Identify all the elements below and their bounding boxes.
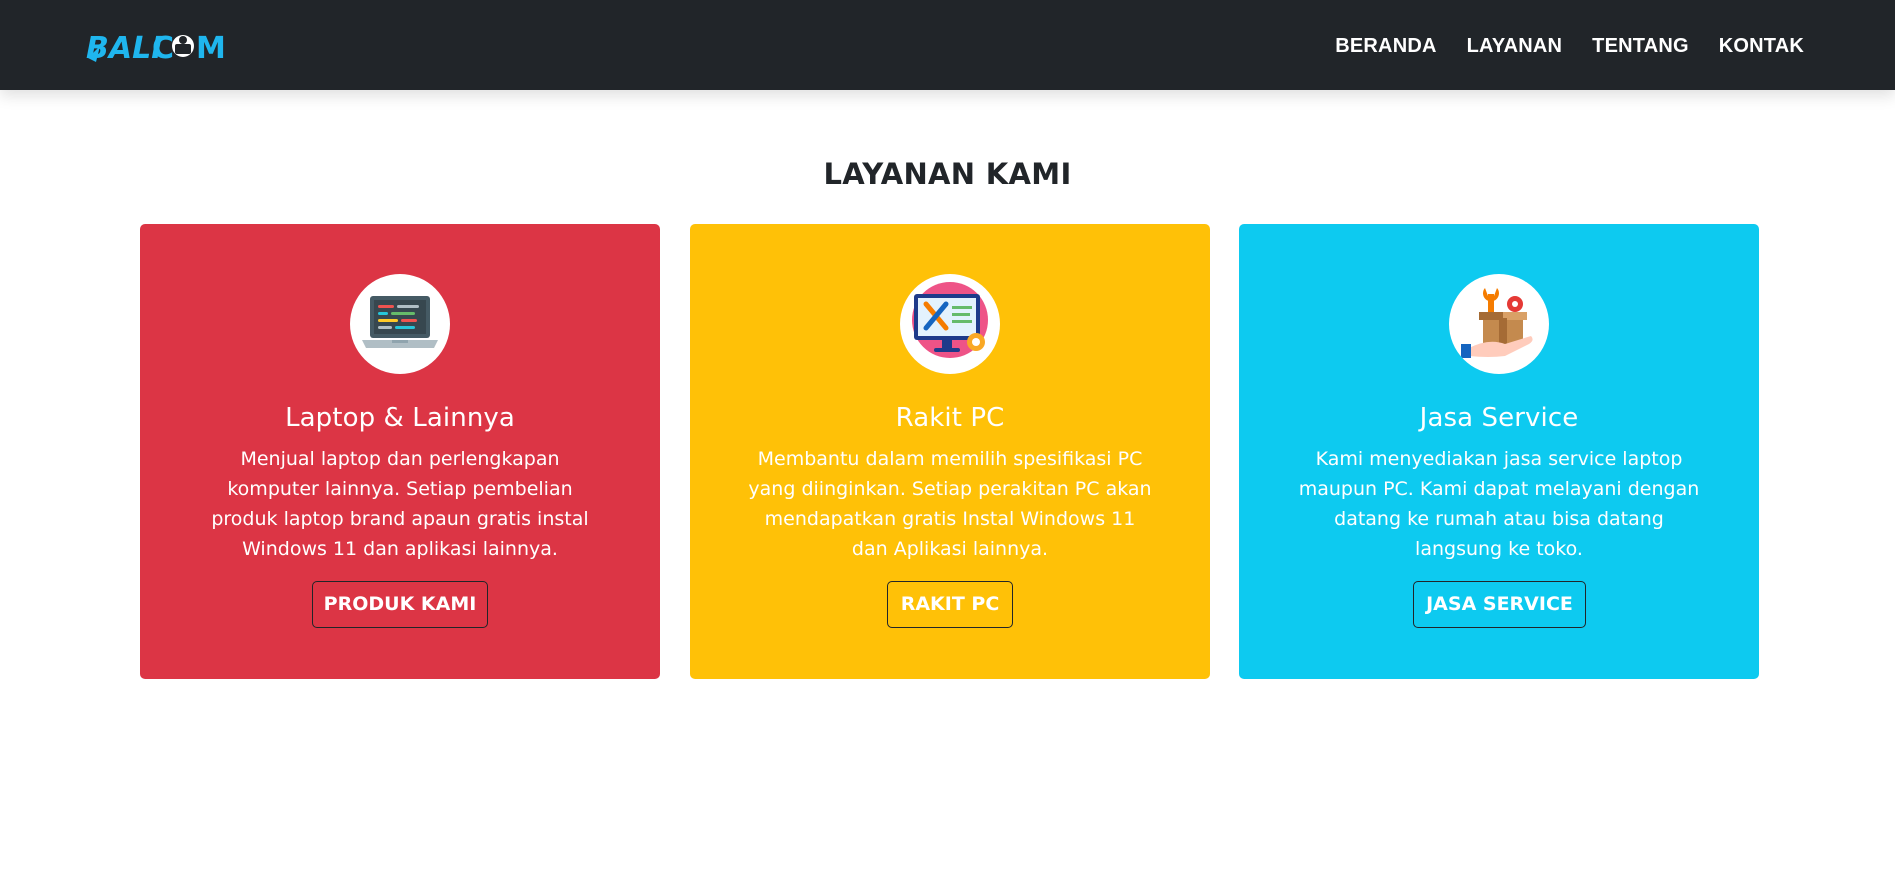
card-title: Jasa Service xyxy=(1419,403,1579,433)
service-card-rakit-pc: Rakit PC Membantu dalam memilih spesifik… xyxy=(690,224,1210,679)
svg-text:BALI: BALI xyxy=(86,31,162,64)
service-card-laptop: Laptop & Lainnya Menjual laptop dan perl… xyxy=(140,224,660,679)
nav-link-beranda[interactable]: BERANDA xyxy=(1335,34,1436,58)
nav-link-tentang[interactable]: TENTANG xyxy=(1592,34,1689,58)
nav-link-kontak[interactable]: KONTAK xyxy=(1719,34,1804,58)
rakit-pc-button[interactable]: RAKIT PC xyxy=(887,581,1013,628)
service-card-jasa-service: Jasa Service Kami menyediakan jasa servi… xyxy=(1239,224,1759,679)
svg-text:C: C xyxy=(152,31,174,64)
card-description: Kami menyediakan jasa service laptop mau… xyxy=(1298,448,1700,560)
pc-tools-icon xyxy=(900,274,1000,374)
card-description: Menjual laptop dan perlengkapan komputer… xyxy=(211,448,589,560)
services-cards: Laptop & Lainnya Menjual laptop dan perl… xyxy=(140,224,1760,679)
card-title: Rakit PC xyxy=(895,403,1005,433)
nav-menu: BERANDA LAYANAN TENTANG KONTAK xyxy=(1335,34,1804,58)
card-description: Membantu dalam memilih spesifikasi PC ya… xyxy=(748,448,1152,560)
card-title: Laptop & Lainnya xyxy=(285,403,515,433)
brand-logo[interactable]: BALI C M xyxy=(86,28,226,64)
service-box-icon xyxy=(1449,274,1549,374)
nav-link-layanan[interactable]: LAYANAN xyxy=(1467,34,1563,58)
navbar: BALI C M BERANDA LAYANAN TENTANG KONTAK xyxy=(0,0,1895,90)
section-title: LAYANAN KAMI xyxy=(823,157,1072,191)
bali-com-logo-icon: BALI C M xyxy=(86,31,226,64)
laptop-icon xyxy=(350,274,450,374)
svg-text:M: M xyxy=(196,31,226,64)
jasa-service-button[interactable]: JASA SERVICE xyxy=(1413,581,1586,628)
produk-kami-button[interactable]: PRODUK KAMI xyxy=(312,581,488,628)
